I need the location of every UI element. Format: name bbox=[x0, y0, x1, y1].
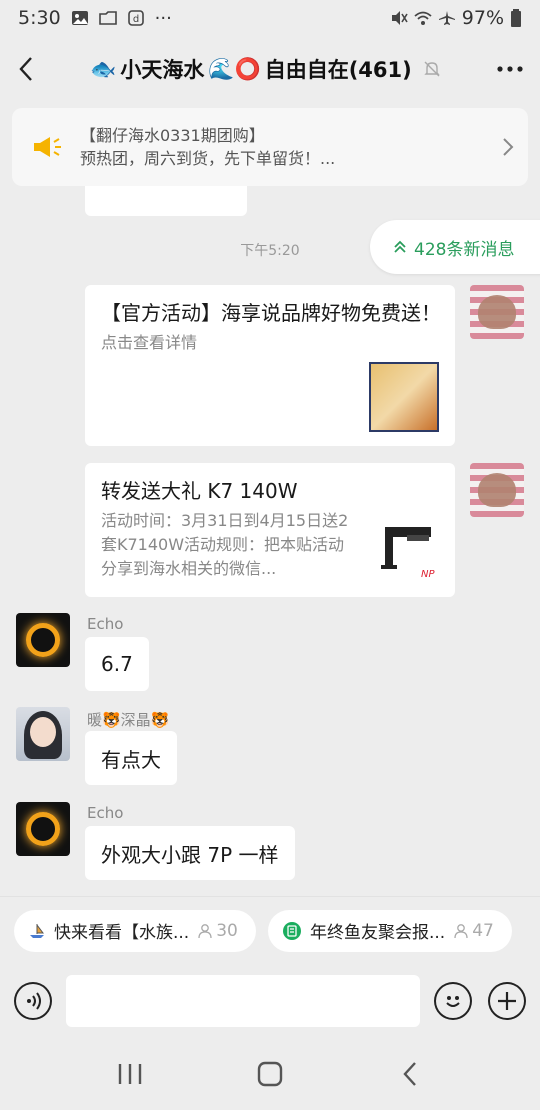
boat-icon bbox=[30, 923, 44, 938]
home-icon bbox=[257, 1061, 283, 1087]
status-time: 5:30 bbox=[18, 7, 61, 29]
sender-name: Echo bbox=[87, 615, 124, 633]
more-options-button[interactable] bbox=[480, 36, 540, 102]
link-card-official-activity[interactable]: 【官方活动】海享说品牌好物免费送！ 点击查看详情 bbox=[85, 285, 455, 446]
svg-text:d: d bbox=[132, 14, 138, 25]
status-bar: 5:30 d ··· 97% bbox=[0, 0, 540, 36]
app-icon: d bbox=[127, 10, 144, 26]
back-nav-button[interactable] bbox=[380, 1044, 440, 1104]
sender-name: 暖🐯深晶🐯 bbox=[87, 711, 170, 729]
voice-icon bbox=[26, 992, 41, 1010]
avatar[interactable] bbox=[470, 463, 524, 517]
quick-link-label: 年终鱼友聚会报... bbox=[310, 923, 446, 943]
title-emoji: 🌊⭕ bbox=[208, 56, 261, 81]
quick-links-bar: 快来看看【水族... 30 年终鱼友聚会报... 47 bbox=[0, 896, 540, 964]
system-nav-bar bbox=[0, 1038, 540, 1110]
chat-header: 🐟 小天海水 🌊⭕ 自由自在(461) bbox=[0, 36, 540, 102]
airplane-icon bbox=[438, 11, 455, 25]
announcement-line2: 预热团，周六到货，先下单留货！... bbox=[80, 149, 336, 168]
message-input[interactable] bbox=[65, 975, 421, 1027]
sender-name: Echo bbox=[87, 804, 124, 822]
back-arrow-icon bbox=[403, 1062, 416, 1086]
quick-link-party[interactable]: 年终鱼友聚会报... 47 bbox=[268, 909, 512, 952]
person-icon bbox=[454, 923, 468, 938]
card-title: 【官方活动】海享说品牌好物免费送！ bbox=[101, 301, 441, 325]
card-title: 转发送大礼 K7 140W bbox=[101, 479, 298, 503]
message-bubble[interactable]: 外观大小跟 7P 一样 bbox=[85, 826, 295, 880]
card-thumbnail bbox=[369, 362, 439, 432]
message-input-bar bbox=[0, 964, 540, 1038]
card-description: 活动时间：3月31日到4月15日送2套K7140W活动规则：把本贴活动分享到海水… bbox=[101, 511, 349, 578]
announcement-line1: 【翻仔海水0331期团购】 bbox=[80, 126, 265, 145]
new-messages-button[interactable]: 428条新消息 bbox=[370, 220, 540, 274]
mute-bell-icon bbox=[424, 61, 440, 77]
recent-apps-icon bbox=[118, 1064, 142, 1084]
quick-link-label: 快来看看【水族... bbox=[54, 923, 190, 943]
avatar[interactable] bbox=[16, 707, 70, 761]
svg-text:NP: NP bbox=[421, 569, 435, 580]
voice-button[interactable] bbox=[14, 982, 52, 1020]
megaphone-icon bbox=[34, 137, 61, 157]
title-group-name: 小天海水 bbox=[120, 58, 205, 82]
page-title: 🐟 小天海水 🌊⭕ 自由自在(461) bbox=[52, 54, 480, 84]
avatar[interactable] bbox=[470, 285, 524, 339]
chevron-right-icon bbox=[503, 138, 514, 156]
chevron-left-icon bbox=[19, 57, 32, 81]
partial-message-bubble bbox=[85, 186, 247, 216]
recent-apps-button[interactable] bbox=[100, 1044, 160, 1104]
member-count: 30 bbox=[197, 921, 238, 941]
member-count-value: 47 bbox=[472, 920, 494, 941]
card-description: 点击查看详情 bbox=[101, 333, 198, 352]
smiley-icon bbox=[446, 996, 460, 1007]
document-icon bbox=[283, 921, 301, 940]
more-horizontal-icon bbox=[497, 66, 523, 72]
mute-icon bbox=[391, 11, 408, 25]
title-fish-emoji: 🐟 bbox=[90, 56, 117, 81]
message-bubble[interactable]: 有点大 bbox=[85, 731, 177, 785]
group-announcement[interactable]: 【翻仔海水0331期团购】 预热团，周六到货，先下单留货！... bbox=[12, 108, 528, 186]
person-icon bbox=[198, 923, 212, 938]
double-chevron-up-icon bbox=[394, 240, 406, 253]
title-suffix: 自由自在(461) bbox=[264, 58, 412, 82]
new-messages-count: 428条新消息 bbox=[414, 239, 515, 260]
more-functions-button[interactable] bbox=[488, 982, 526, 1020]
avatar[interactable] bbox=[16, 613, 70, 667]
plus-icon bbox=[498, 992, 517, 1010]
battery-percent: 97% bbox=[461, 7, 504, 29]
quick-link-aquarium[interactable]: 快来看看【水族... 30 bbox=[14, 909, 256, 952]
product-lamp-image: NP bbox=[377, 519, 439, 581]
message-bubble[interactable]: 6.7 bbox=[85, 637, 149, 691]
more-dots-icon: ··· bbox=[154, 7, 172, 29]
emoji-button[interactable] bbox=[434, 982, 473, 1020]
link-card-giveaway[interactable]: 转发送大礼 K7 140W 活动时间：3月31日到4月15日送2套K7140W活… bbox=[85, 463, 455, 597]
member-count-value: 30 bbox=[216, 920, 238, 941]
battery-icon bbox=[511, 9, 521, 27]
gallery-icon bbox=[71, 11, 88, 25]
back-button[interactable] bbox=[0, 36, 52, 102]
member-count: 47 bbox=[453, 921, 494, 941]
avatar[interactable] bbox=[16, 802, 70, 856]
folder-icon bbox=[98, 11, 117, 25]
home-button[interactable] bbox=[240, 1044, 300, 1104]
wifi-icon bbox=[414, 11, 432, 25]
